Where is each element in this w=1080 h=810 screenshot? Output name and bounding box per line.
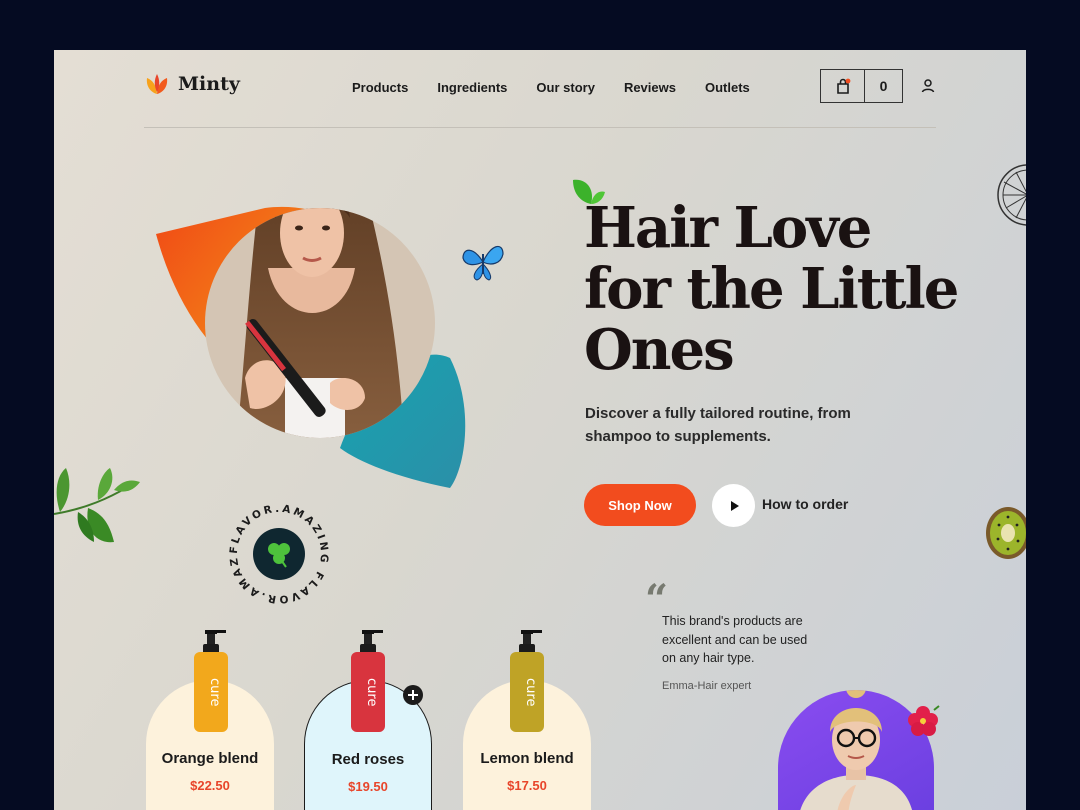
herb-leaves-icon — [54, 468, 140, 543]
play-button[interactable] — [712, 484, 755, 527]
shop-now-button[interactable]: Shop Now — [584, 484, 696, 526]
cart-button[interactable]: 0 — [820, 69, 903, 103]
flavor-badge: FLAVOR.AMAZING FLAVOR.AMAZING — [218, 490, 334, 609]
how-to-order-link[interactable]: How to order — [762, 496, 848, 512]
product-price: $17.50 — [507, 778, 547, 793]
bottle-label: cure — [523, 678, 538, 706]
hero-title-line-2: for the Little — [584, 256, 959, 322]
cart-icon-box[interactable] — [821, 70, 865, 102]
hero-subtitle: Discover a fully tailored routine, from … — [585, 405, 851, 445]
testimonial-author: Emma-Hair expert — [662, 680, 752, 692]
testimonial-quote: This brand's products are excellent and … — [662, 614, 808, 665]
product-price: $22.50 — [190, 778, 230, 793]
product-name: Orange blend — [161, 750, 259, 767]
butterfly-icon — [462, 245, 504, 281]
hibiscus-icon — [908, 705, 940, 736]
nav-item-outlets[interactable]: Outlets — [705, 80, 750, 95]
cart-icon — [836, 78, 850, 94]
bottle-label: cure — [364, 678, 379, 706]
nav-item-our-story[interactable]: Our story — [536, 80, 595, 95]
hero-title-line-1: Hair Love — [584, 195, 872, 261]
cart-count: 0 — [879, 78, 888, 94]
hero-title: Hair Love for the Little Ones — [584, 198, 984, 381]
bottle-label: cure — [207, 678, 222, 706]
brand-logo[interactable]: Minty — [144, 72, 240, 96]
nav-item-reviews[interactable]: Reviews — [624, 80, 676, 95]
landing-page: Minty Products Ingredients Our story Rev… — [54, 50, 1026, 810]
header-divider — [144, 127, 936, 128]
bottle-orange: cure — [194, 630, 228, 732]
product-price: $19.50 — [348, 779, 388, 794]
brand-name: Minty — [178, 73, 240, 95]
product-name: Lemon blend — [480, 750, 574, 767]
hero-title-line-3: Ones — [584, 317, 735, 383]
add-to-cart-button[interactable] — [403, 685, 423, 705]
kiwi-icon — [986, 507, 1026, 559]
play-icon — [730, 500, 739, 511]
hero-illustration — [156, 206, 466, 488]
bottle-red: cure — [351, 630, 385, 732]
plus-icon — [408, 690, 418, 700]
nav-item-products[interactable]: Products — [352, 80, 408, 95]
logo-icon — [146, 74, 168, 94]
lemon-slice-icon — [997, 164, 1026, 226]
user-icon[interactable] — [920, 78, 936, 94]
bottle-lemon: cure — [510, 630, 544, 732]
product-name: Red roses — [331, 751, 405, 768]
main-nav: Products Ingredients Our story Reviews O… — [352, 80, 750, 95]
nav-item-ingredients[interactable]: Ingredients — [437, 80, 507, 95]
